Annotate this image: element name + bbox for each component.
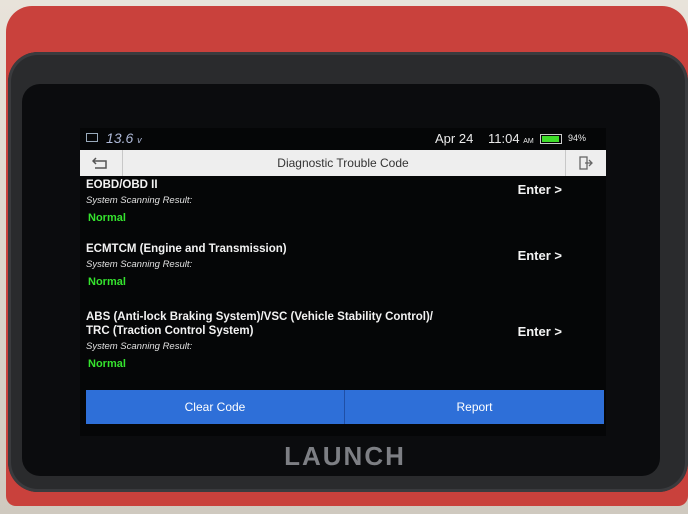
enter-button[interactable]: Enter > xyxy=(518,182,562,197)
scan-result-status: Normal xyxy=(88,276,126,288)
system-name-line2: TRC (Traction Control System) xyxy=(86,325,254,337)
back-button[interactable] xyxy=(80,150,123,176)
enter-button[interactable]: Enter > xyxy=(518,248,562,263)
voltage-value: 13.6 xyxy=(106,130,134,146)
system-name: EOBD/OBD II xyxy=(86,179,158,191)
exit-button[interactable] xyxy=(565,150,606,176)
battery-icon xyxy=(540,134,562,144)
system-list: EOBD/OBD II System Scanning Result: Norm… xyxy=(80,178,606,388)
enter-button[interactable]: Enter > xyxy=(518,324,562,339)
system-name: ECMTCM (Engine and Transmission) xyxy=(86,243,287,255)
time-value: 11:04 xyxy=(488,131,520,146)
exit-icon xyxy=(579,156,593,170)
status-bar: 13.6 v Apr 24 11:04 AM 94% xyxy=(80,128,606,148)
page-title: Diagnostic Trouble Code xyxy=(277,156,409,170)
battery-fill xyxy=(542,136,559,142)
voltage-unit: v xyxy=(137,135,142,145)
time-ampm: AM xyxy=(523,138,534,145)
back-arrow-icon xyxy=(92,157,107,169)
voltage-readout: 13.6 v xyxy=(106,130,142,146)
action-bar: Clear Code Report xyxy=(86,390,604,424)
status-time: 11:04 AM xyxy=(488,131,534,146)
status-date: Apr 24 xyxy=(435,131,474,146)
clear-code-button[interactable]: Clear Code xyxy=(86,390,345,424)
vehicle-battery-icon xyxy=(86,133,98,142)
device-logo: LAUNCH xyxy=(284,441,406,471)
scan-result-label: System Scanning Result: xyxy=(86,195,193,206)
app-screen: 13.6 v Apr 24 11:04 AM 94% Diagnostic Tr… xyxy=(80,128,606,436)
title-bar: Diagnostic Trouble Code xyxy=(80,150,606,176)
scan-result-status: Normal xyxy=(88,212,126,224)
scan-result-status: Normal xyxy=(88,358,126,370)
battery-percent: 94% xyxy=(568,133,587,143)
scan-result-label: System Scanning Result: xyxy=(86,259,193,270)
report-button[interactable]: Report xyxy=(345,390,604,424)
system-name: ABS (Anti-lock Braking System)/VSC (Vehi… xyxy=(86,311,433,323)
scan-result-label: System Scanning Result: xyxy=(86,341,193,352)
